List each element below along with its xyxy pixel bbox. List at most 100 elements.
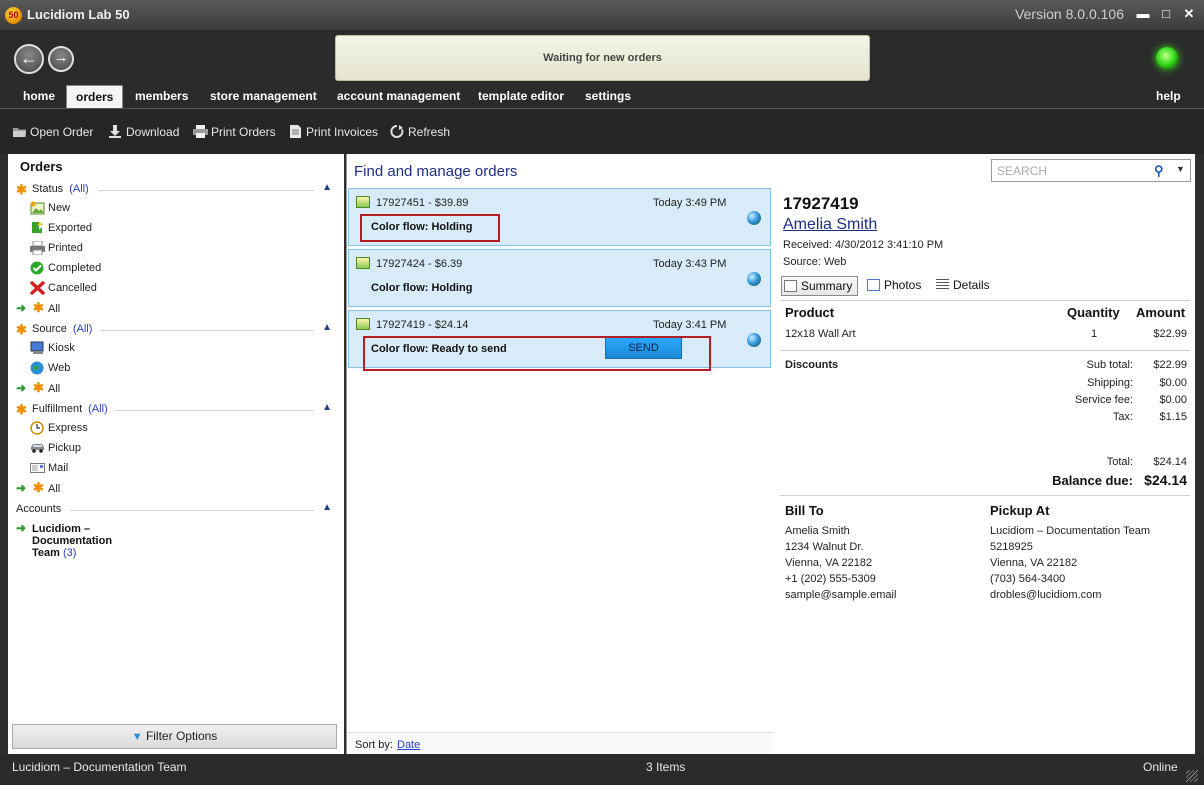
order-row[interactable]: 17927419 - $24.14 Today 3:41 PM Color fl… [348, 310, 771, 371]
balance-due-value: $24.14 [1144, 472, 1187, 488]
order-row[interactable]: 17927451 - $39.89 Today 3:49 PM Color fl… [348, 188, 771, 246]
product-header: Product [785, 305, 835, 320]
tab-members[interactable]: members [126, 85, 197, 108]
tab-settings[interactable]: settings [576, 85, 640, 108]
order-number: 17927419 - $24.14 [376, 319, 469, 331]
service-fee-value: $0.00 [1159, 394, 1187, 406]
check-icon [30, 261, 45, 275]
download-icon [108, 125, 123, 138]
status-all-link[interactable]: (All) [69, 183, 89, 195]
status-item-count: 3 Items [646, 760, 686, 774]
customer-name-link[interactable]: Amelia Smith [783, 216, 877, 234]
order-source: Source: Web [783, 256, 847, 268]
green-arrow-icon: ➜ [16, 481, 27, 495]
tab-photos[interactable]: Photos [865, 276, 925, 296]
funnel-icon: ▼ [131, 731, 143, 743]
order-time: Today 3:43 PM [653, 258, 727, 270]
total-label: Total: [1106, 456, 1133, 468]
pickup-at-address: Lucidiom – Documentation Team 5218925 Vi… [990, 525, 1150, 601]
account-count: (3) [62, 547, 77, 559]
search-input[interactable]: SEARCH ⚲ ▼ [991, 159, 1191, 182]
tax-value: $1.15 [1159, 411, 1187, 423]
photo-icon [356, 196, 370, 208]
source-all-link[interactable]: (All) [73, 323, 93, 335]
bill-to-address: Amelia Smith 1234 Walnut Dr. Vienna, VA … [785, 525, 897, 601]
summary-icon [784, 280, 797, 292]
order-number: 17927424 - $6.39 [376, 258, 463, 270]
tab-account-management[interactable]: account management [328, 85, 469, 108]
globe-icon [747, 272, 761, 286]
order-row[interactable]: 17927424 - $6.39 Today 3:43 PM Color flo… [348, 249, 771, 307]
orders-filter-sidebar: Orders ✱ Status (All) ▲ New Exported Prin… [8, 154, 344, 754]
print-orders-button[interactable]: Print Orders [193, 123, 276, 141]
status-bar: Lucidiom – Documentation Team 3 Items On… [0, 754, 1204, 785]
subtotal-label: Sub total: [1086, 359, 1133, 371]
maximize-button[interactable]: □ [1157, 6, 1175, 22]
sort-bar: Sort by: Date [347, 732, 773, 754]
star-icon: ✱ [33, 300, 44, 315]
divider [100, 330, 314, 331]
tab-store-management[interactable]: store management [201, 85, 326, 108]
highlight-box [363, 336, 711, 371]
star-icon: ✱ [33, 380, 44, 395]
star-icon: ✱ [16, 322, 27, 337]
new-icon [30, 201, 45, 215]
filter-options-button[interactable]: ▼ Filter Options [12, 724, 337, 749]
collapse-status-icon[interactable]: ▲ [322, 182, 332, 193]
divider [70, 510, 314, 511]
sidebar-title: Orders [20, 159, 63, 174]
search-icon[interactable]: ⚲ [1154, 163, 1170, 179]
bill-to-title: Bill To [785, 503, 824, 518]
collapse-fulfillment-icon[interactable]: ▲ [322, 402, 332, 413]
resize-grip-icon[interactable] [1186, 770, 1198, 782]
forward-button[interactable]: → [48, 46, 74, 72]
search-dropdown-icon[interactable]: ▼ [1176, 164, 1185, 174]
mail-icon [30, 461, 45, 475]
tab-home[interactable]: home [14, 85, 64, 108]
tab-orders[interactable]: orders [66, 85, 124, 108]
amount-header: Amount [1136, 305, 1186, 320]
minimize-button[interactable]: ▬ [1134, 6, 1152, 22]
main-tabs: home orders members store management acc… [0, 85, 1204, 108]
star-icon: ✱ [33, 480, 44, 495]
green-arrow-icon: ➜ [16, 521, 27, 535]
status-section-header[interactable]: ✱ Status (All) ▲ [8, 182, 344, 198]
star-icon: ✱ [16, 182, 27, 197]
received-date: Received: 4/30/2012 3:41:10 PM [783, 239, 944, 251]
open-order-button[interactable]: Open Order [12, 123, 93, 141]
tab-template-editor[interactable]: template editor [469, 85, 573, 108]
source-section-header[interactable]: ✱ Source (All) ▲ [8, 322, 344, 338]
back-button[interactable]: ← [14, 44, 44, 74]
collapse-accounts-icon[interactable]: ▲ [322, 502, 332, 513]
print-invoices-button[interactable]: Print Invoices [288, 123, 378, 141]
total-value: $24.14 [1153, 456, 1187, 468]
fulfillment-section-header[interactable]: ✱ Fulfillment (All) ▲ [8, 402, 344, 418]
tab-help[interactable]: help [1147, 85, 1190, 108]
tab-details[interactable]: Details [934, 276, 994, 296]
globe-icon [30, 361, 45, 375]
sort-by-date-link[interactable]: Date [397, 739, 420, 751]
globe-icon [747, 211, 761, 225]
order-color-flow: Color flow: Holding [371, 282, 473, 294]
status-section-label: Status [32, 183, 64, 195]
app-version: Version 8.0.0.106 [1015, 6, 1124, 22]
tab-summary[interactable]: Summary [781, 276, 858, 296]
status-account: Lucidiom – Documentation Team [12, 760, 187, 774]
download-button[interactable]: Download [108, 123, 179, 141]
shipping-label: Shipping: [1087, 377, 1133, 389]
collapse-source-icon[interactable]: ▲ [322, 322, 332, 333]
pickup-at-title: Pickup At [990, 503, 1050, 518]
order-detail-panel: SEARCH ⚲ ▼ 17927419 Amelia Smith Receive… [772, 154, 1195, 754]
order-time: Today 3:41 PM [653, 319, 727, 331]
service-fee-label: Service fee: [1074, 394, 1133, 406]
balance-due-label: Balance due: [1052, 473, 1133, 488]
star-icon: ✱ [16, 402, 27, 417]
divider [114, 410, 314, 411]
refresh-button[interactable]: Refresh [390, 123, 450, 141]
photo-icon [356, 318, 370, 330]
accounts-section-header[interactable]: Accounts ▲ [8, 502, 344, 518]
order-status-message: Waiting for new orders [335, 35, 870, 81]
close-button[interactable]: ✕ [1180, 6, 1198, 22]
app-title: Lucidiom Lab 50 [27, 7, 130, 22]
fulfillment-all-link[interactable]: (All) [88, 403, 108, 415]
